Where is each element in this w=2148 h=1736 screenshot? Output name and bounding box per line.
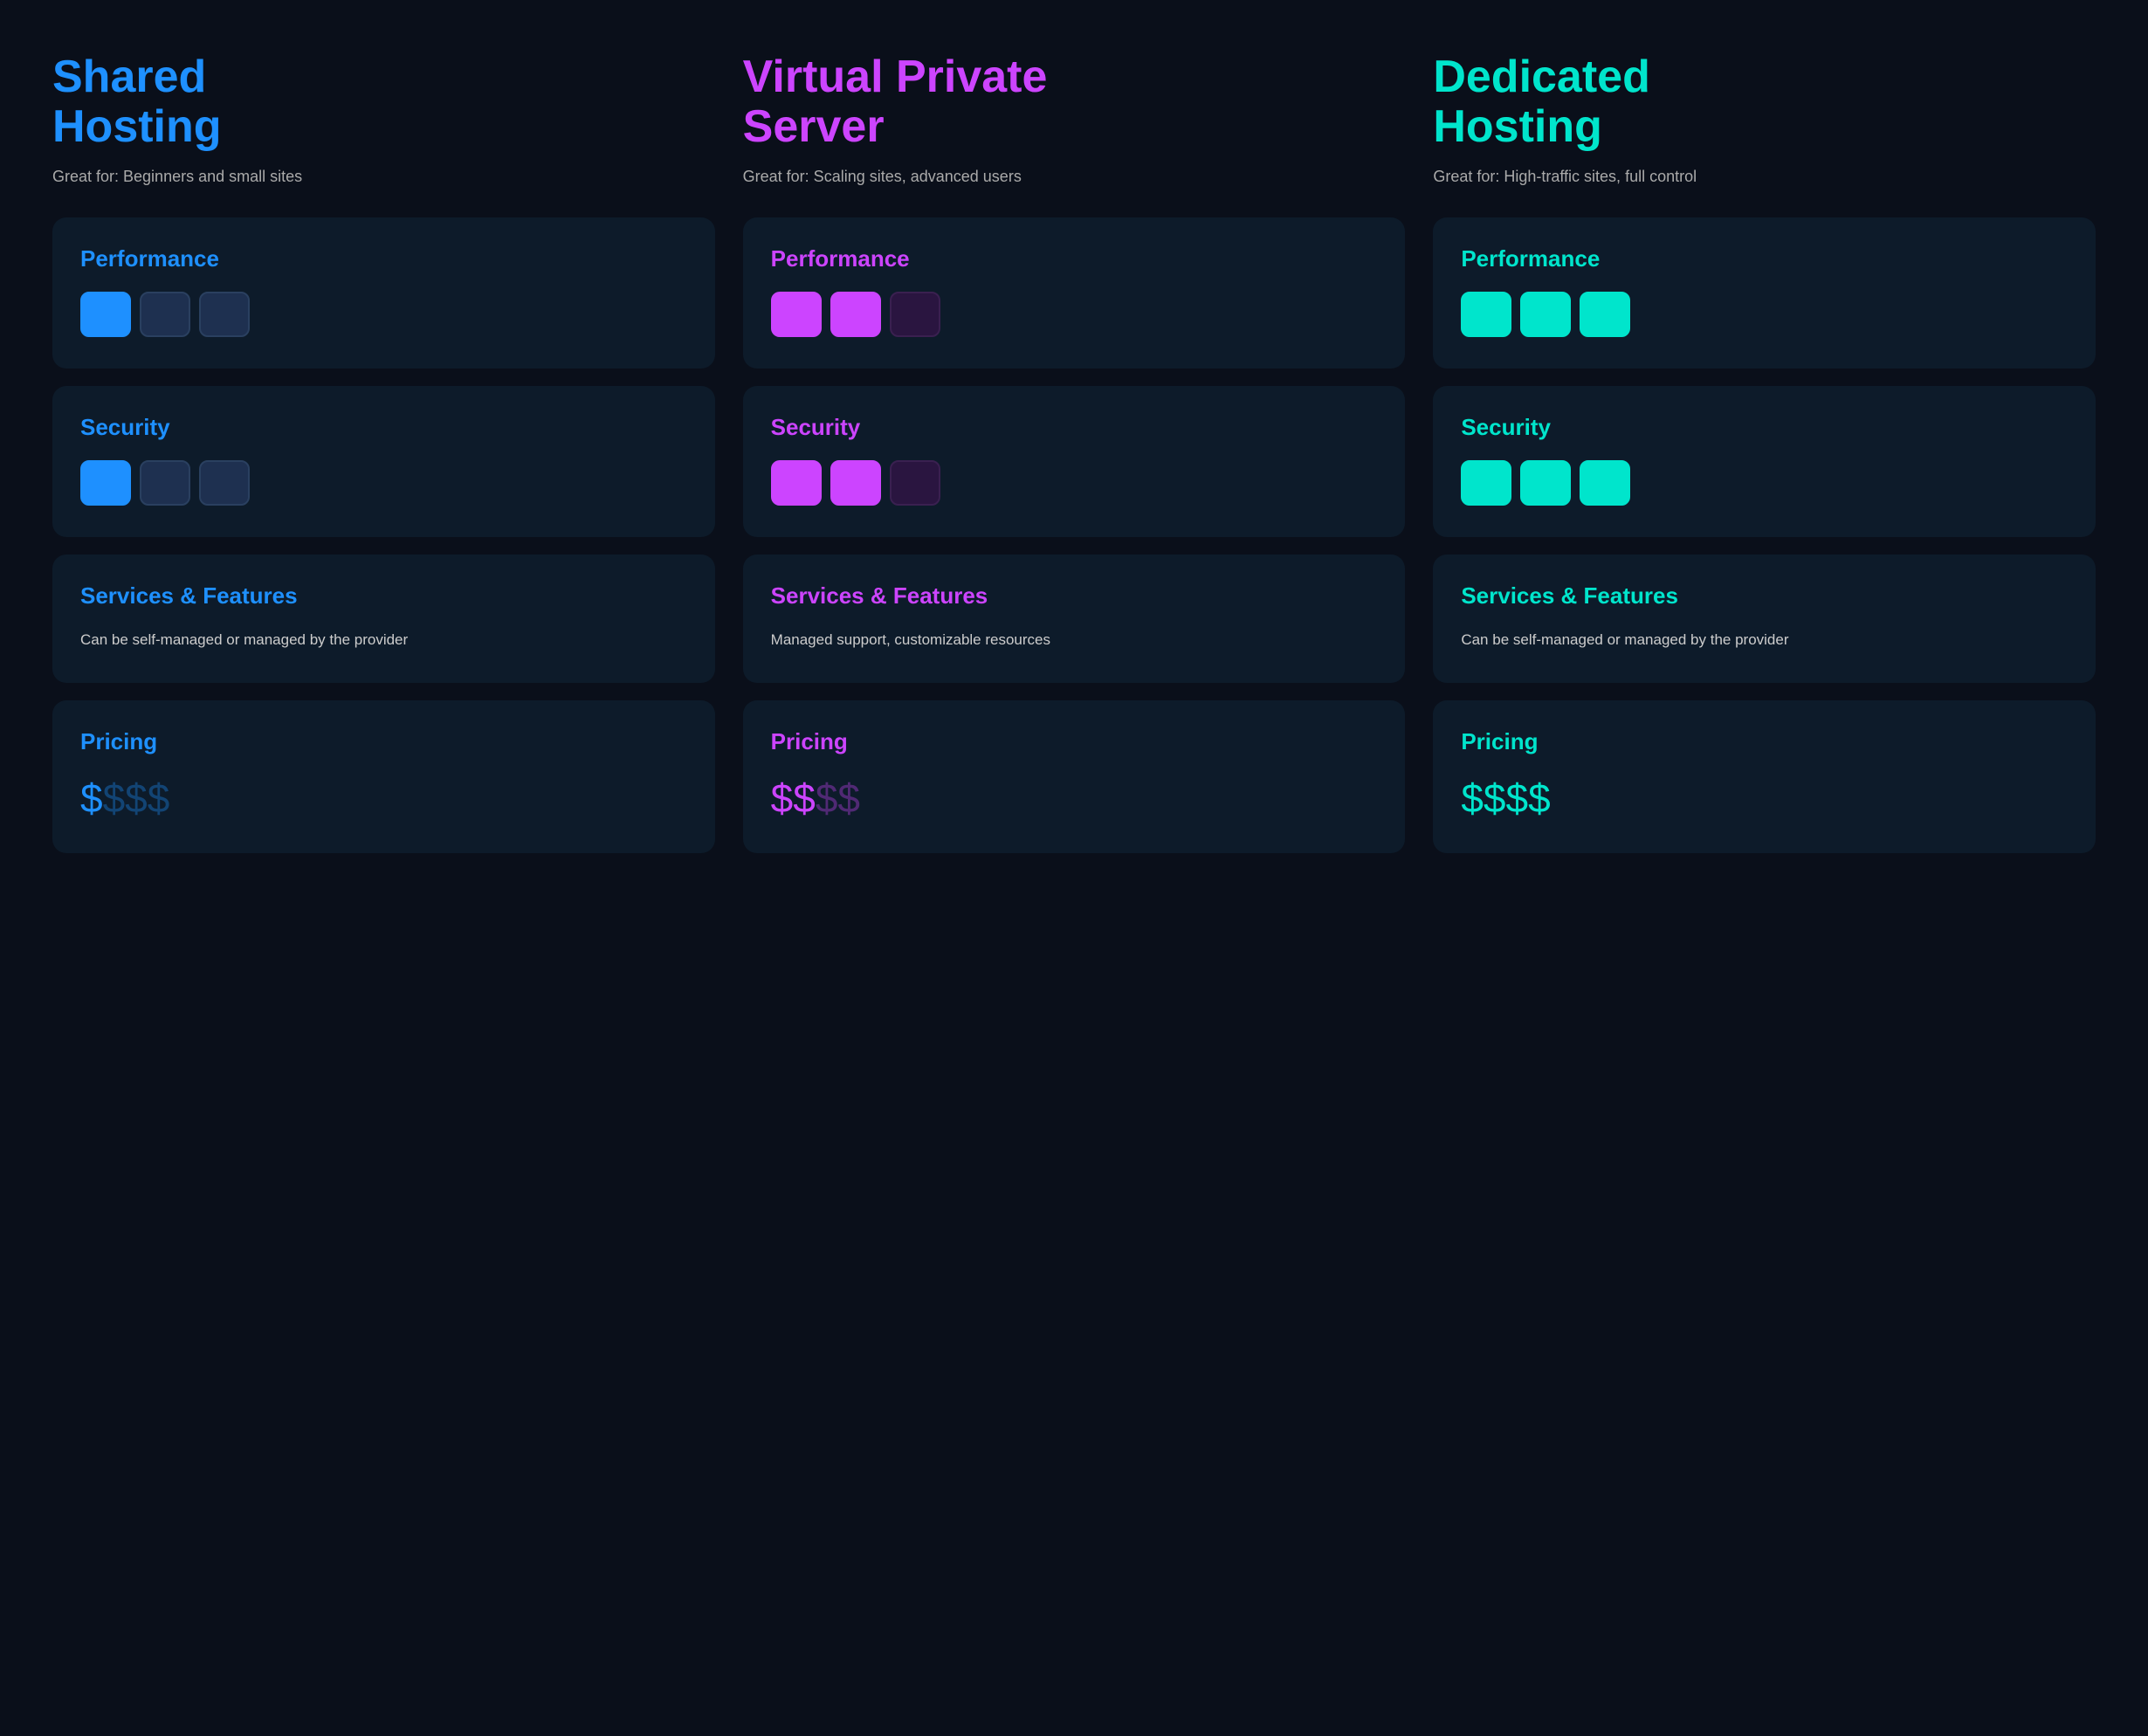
shared-perf-block-1 — [80, 292, 131, 337]
vps-security-card: Security — [743, 386, 1406, 537]
dedicated-performance-blocks — [1461, 292, 2068, 337]
shared-subtitle: Great for: Beginners and small sites — [52, 168, 715, 186]
shared-performance-title: Performance — [80, 245, 687, 272]
vps-column: Virtual Private Server Great for: Scalin… — [743, 52, 1406, 871]
dedicated-sec-block-2 — [1520, 460, 1571, 506]
dedicated-services-card: Services & Features Can be self-managed … — [1433, 555, 2096, 683]
vps-performance-blocks — [771, 292, 1378, 337]
shared-performance-card: Performance — [52, 217, 715, 369]
vps-subtitle: Great for: Scaling sites, advanced users — [743, 168, 1406, 186]
dedicated-sec-block-3 — [1580, 460, 1630, 506]
vps-title: Virtual Private Server — [743, 52, 1406, 152]
vps-perf-block-1 — [771, 292, 822, 337]
dedicated-perf-block-1 — [1461, 292, 1511, 337]
dedicated-security-card: Security — [1433, 386, 2096, 537]
vps-perf-block-2 — [830, 292, 881, 337]
shared-hosting-column: Shared Hosting Great for: Beginners and … — [52, 52, 715, 871]
shared-sec-block-2 — [140, 460, 190, 506]
vps-pricing-card: Pricing $$$$ — [743, 700, 1406, 853]
shared-security-title: Security — [80, 414, 687, 441]
shared-security-blocks — [80, 460, 687, 506]
dedicated-services-title: Services & Features — [1461, 582, 2068, 610]
shared-sec-block-1 — [80, 460, 131, 506]
vps-pricing-title: Pricing — [771, 728, 1378, 755]
dedicated-performance-title: Performance — [1461, 245, 2068, 272]
vps-performance-title: Performance — [771, 245, 1378, 272]
dedicated-security-title: Security — [1461, 414, 2068, 441]
dedicated-services-text: Can be self-managed or managed by the pr… — [1461, 629, 2068, 651]
shared-perf-block-3 — [199, 292, 250, 337]
vps-sec-block-1 — [771, 460, 822, 506]
shared-sec-block-3 — [199, 460, 250, 506]
dedicated-pricing-title: Pricing — [1461, 728, 2068, 755]
shared-perf-block-2 — [140, 292, 190, 337]
vps-perf-block-3 — [890, 292, 940, 337]
dedicated-title: Dedicated Hosting — [1433, 52, 2096, 152]
dedicated-perf-block-2 — [1520, 292, 1571, 337]
shared-title: Shared Hosting — [52, 52, 715, 152]
shared-header: Shared Hosting Great for: Beginners and … — [52, 52, 715, 186]
vps-services-text: Managed support, customizable resources — [771, 629, 1378, 651]
dedicated-performance-card: Performance — [1433, 217, 2096, 369]
vps-sec-block-3 — [890, 460, 940, 506]
vps-security-title: Security — [771, 414, 1378, 441]
dedicated-column: Dedicated Hosting Great for: High-traffi… — [1433, 52, 2096, 871]
vps-performance-card: Performance — [743, 217, 1406, 369]
dedicated-perf-block-3 — [1580, 292, 1630, 337]
shared-services-text: Can be self-managed or managed by the pr… — [80, 629, 687, 651]
vps-services-card: Services & Features Managed support, cus… — [743, 555, 1406, 683]
dedicated-sec-block-1 — [1461, 460, 1511, 506]
vps-header: Virtual Private Server Great for: Scalin… — [743, 52, 1406, 186]
shared-pricing-card: Pricing $$$$ — [52, 700, 715, 853]
vps-services-title: Services & Features — [771, 582, 1378, 610]
vps-sec-block-2 — [830, 460, 881, 506]
vps-security-blocks — [771, 460, 1378, 506]
shared-performance-blocks — [80, 292, 687, 337]
dedicated-subtitle: Great for: High-traffic sites, full cont… — [1433, 168, 2096, 186]
vps-pricing-symbols: $$$$ — [771, 775, 1378, 822]
dedicated-pricing-card: Pricing $$$$ — [1433, 700, 2096, 853]
shared-pricing-symbols: $$$$ — [80, 775, 687, 822]
shared-pricing-title: Pricing — [80, 728, 687, 755]
dedicated-security-blocks — [1461, 460, 2068, 506]
dedicated-pricing-symbols: $$$$ — [1461, 775, 2068, 822]
shared-security-card: Security — [52, 386, 715, 537]
shared-services-card: Services & Features Can be self-managed … — [52, 555, 715, 683]
dedicated-header: Dedicated Hosting Great for: High-traffi… — [1433, 52, 2096, 186]
shared-services-title: Services & Features — [80, 582, 687, 610]
